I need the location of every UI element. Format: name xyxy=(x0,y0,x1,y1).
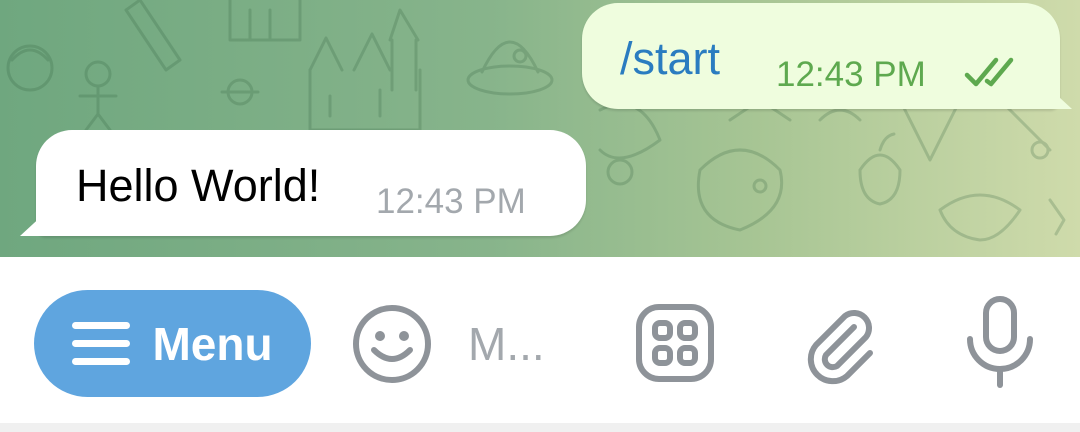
microphone-icon[interactable] xyxy=(962,295,1038,389)
bot-menu-button[interactable]: Menu xyxy=(34,290,311,397)
message-input-bar: Menu xyxy=(0,257,1080,423)
message-text[interactable]: Hello World! xyxy=(76,160,320,212)
message-time: 12:43 PM xyxy=(776,55,926,94)
message-time: 12:43 PM xyxy=(376,182,526,221)
paperclip-icon[interactable] xyxy=(798,301,882,385)
smiley-icon[interactable] xyxy=(350,302,434,386)
outgoing-message-bubble[interactable]: /start 12:43 PM xyxy=(582,3,1072,109)
bot-commands-icon[interactable] xyxy=(633,301,717,385)
menu-button-label: Menu xyxy=(152,317,273,370)
telegram-chat-screen: /start 12:43 PM Hello World! 12:43 PM Me… xyxy=(0,0,1080,432)
chat-area[interactable]: /start 12:43 PM Hello World! 12:43 PM xyxy=(0,0,1080,257)
hamburger-icon xyxy=(72,321,131,366)
navigation-bar-strip xyxy=(0,423,1080,432)
message-input[interactable] xyxy=(468,314,588,374)
incoming-message-bubble[interactable]: Hello World! 12:43 PM xyxy=(20,130,586,236)
message-text[interactable]: /start xyxy=(620,33,720,85)
double-check-icon xyxy=(964,57,1014,87)
